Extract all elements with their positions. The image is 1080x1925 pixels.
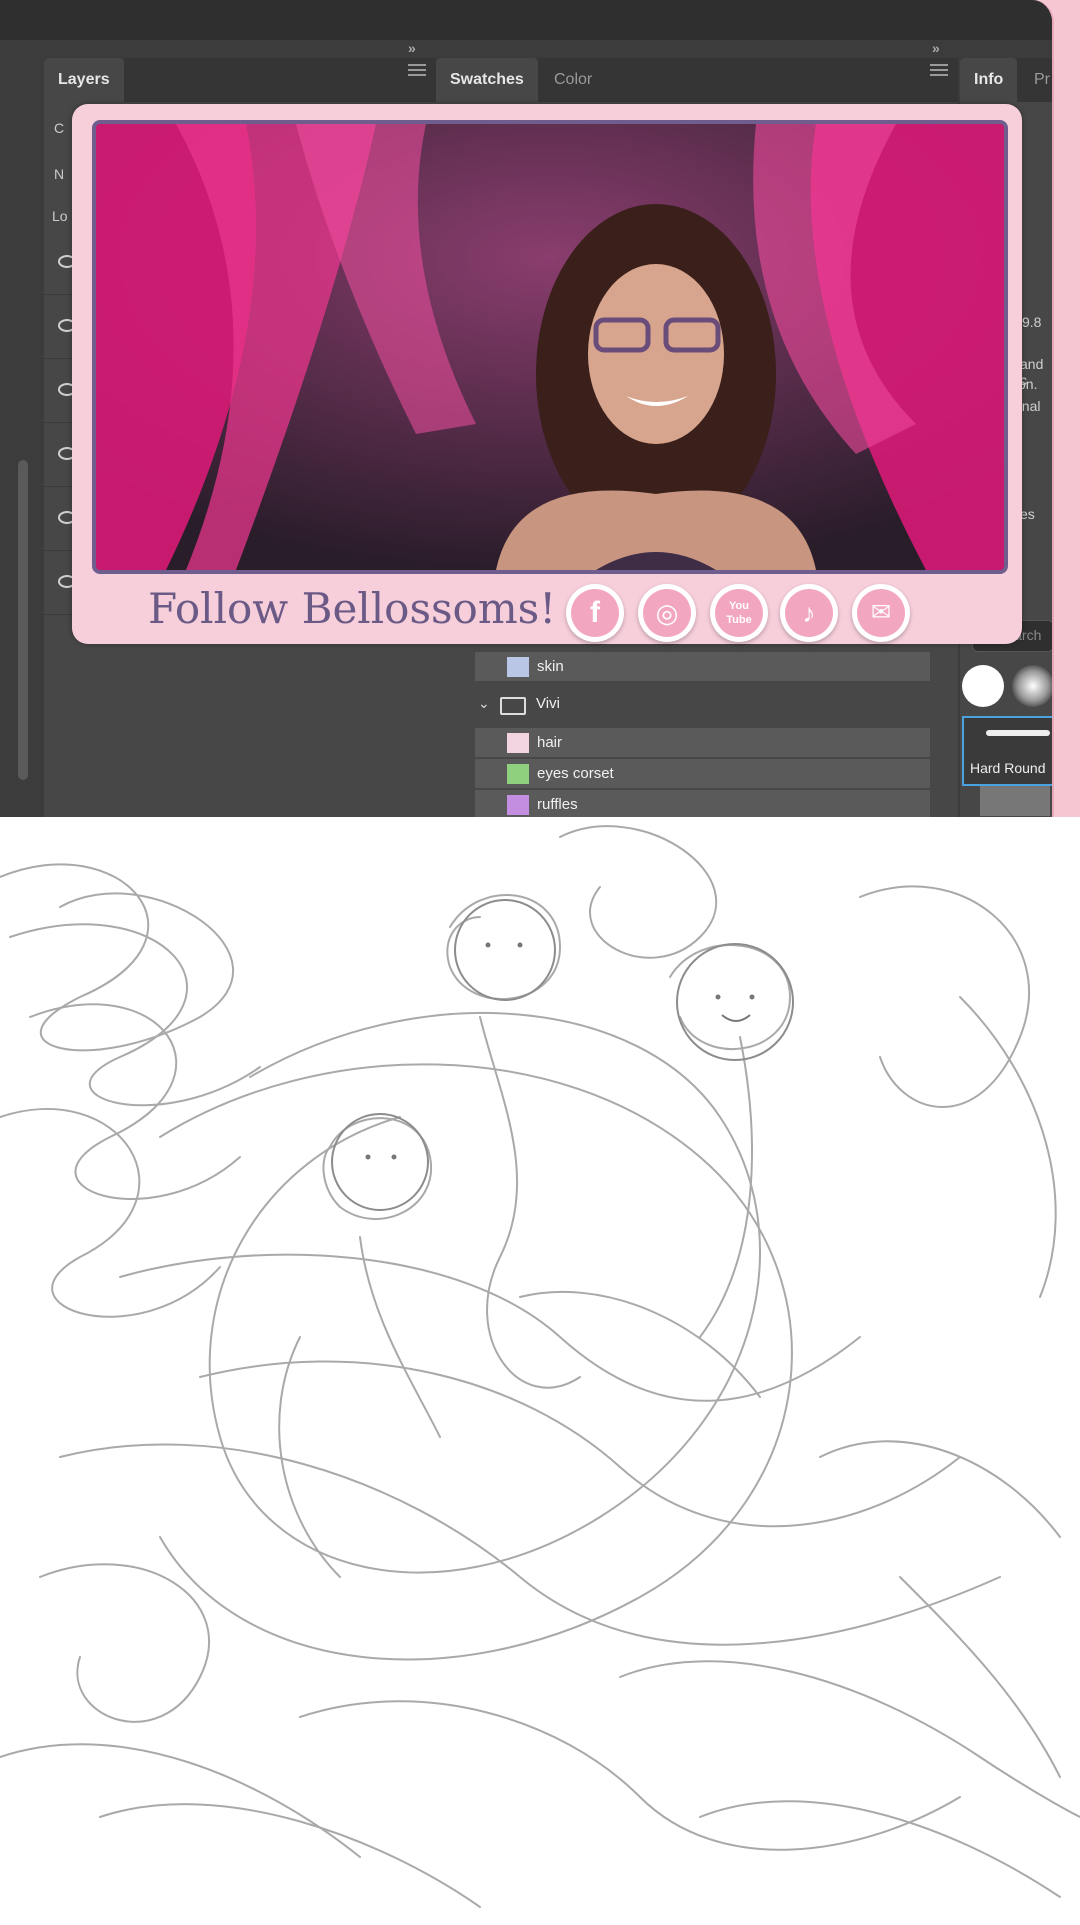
swatch-chip [507, 733, 529, 753]
webcam-scene [96, 124, 1004, 570]
tab-swatches[interactable]: Swatches [436, 58, 538, 102]
brush-texture-preview[interactable] [980, 786, 1050, 816]
email-icon[interactable]: ✉ [852, 584, 910, 642]
webcam-video [92, 120, 1008, 574]
filter-letter: C [54, 120, 65, 136]
tab-info[interactable]: Info [960, 58, 1018, 102]
swatch-label: hair [537, 734, 563, 751]
swatches-tab-row: Swatches Color [436, 58, 958, 102]
swatch-chip [507, 657, 529, 677]
tiktok-icon[interactable]: ♪ [780, 584, 838, 642]
brush-preset-soft[interactable] [1012, 665, 1052, 707]
swatch-label: ruffles [537, 796, 578, 813]
swatch-label: eyes corset [537, 765, 614, 782]
swatch-item[interactable]: ruffles [475, 790, 930, 817]
swatch-item[interactable]: hair [475, 728, 930, 757]
info-fragment: 9.8 [1022, 314, 1042, 330]
swatches-menu-icon[interactable] [930, 64, 948, 78]
swatch-item[interactable]: skin [475, 652, 930, 681]
swatch-item[interactable]: eyes corset [475, 759, 930, 788]
layers-scrollbar[interactable] [18, 460, 28, 780]
collapse-arrow-icon[interactable]: » [408, 40, 416, 56]
brush-preset-hard-round[interactable]: Hard Round [962, 716, 1052, 786]
tab-properties[interactable]: Pr [1030, 58, 1052, 102]
sketch-lines [0, 825, 1080, 1908]
instagram-icon[interactable]: ◎ [638, 584, 696, 642]
title-strip [0, 0, 1052, 40]
swatch-group-vivi[interactable]: ⌄ Vivi [470, 682, 930, 726]
info-tab-row: Info Pr [960, 58, 1052, 102]
layers-menu-icon[interactable] [408, 64, 426, 78]
blend-letter: N [54, 166, 65, 182]
brush-name: Hard Round [970, 760, 1046, 776]
info-fragment: es [1020, 506, 1035, 522]
brush-preset-hard[interactable] [962, 665, 1004, 707]
lock-label: Lo [52, 208, 68, 224]
facebook-icon[interactable]: f [566, 584, 624, 642]
chevron-down-icon[interactable]: ⌄ [478, 695, 490, 712]
youtube-icon[interactable]: You Tube [710, 584, 768, 642]
follow-text: Follow Bellossoms! [148, 584, 557, 633]
swatch-chip [507, 764, 529, 784]
webcam-overlay: Follow Bellossoms! f ◎ You Tube ♪ ✉ [72, 104, 1022, 644]
screen-top: » » Layers C N Lo Swatches Color skin ⌄ … [0, 0, 1080, 817]
group-label: Vivi [536, 695, 560, 712]
swatch-label: skin [537, 658, 564, 675]
folder-icon [500, 697, 526, 715]
layers-tab-row: Layers [44, 58, 436, 102]
collapse-arrow-icon[interactable]: » [932, 40, 940, 56]
drawing-canvas[interactable] [0, 817, 1080, 1920]
tab-layers[interactable]: Layers [44, 58, 124, 102]
tab-color[interactable]: Color [540, 58, 606, 102]
brush-stroke-preview [986, 730, 1050, 736]
swatch-chip [507, 795, 529, 815]
